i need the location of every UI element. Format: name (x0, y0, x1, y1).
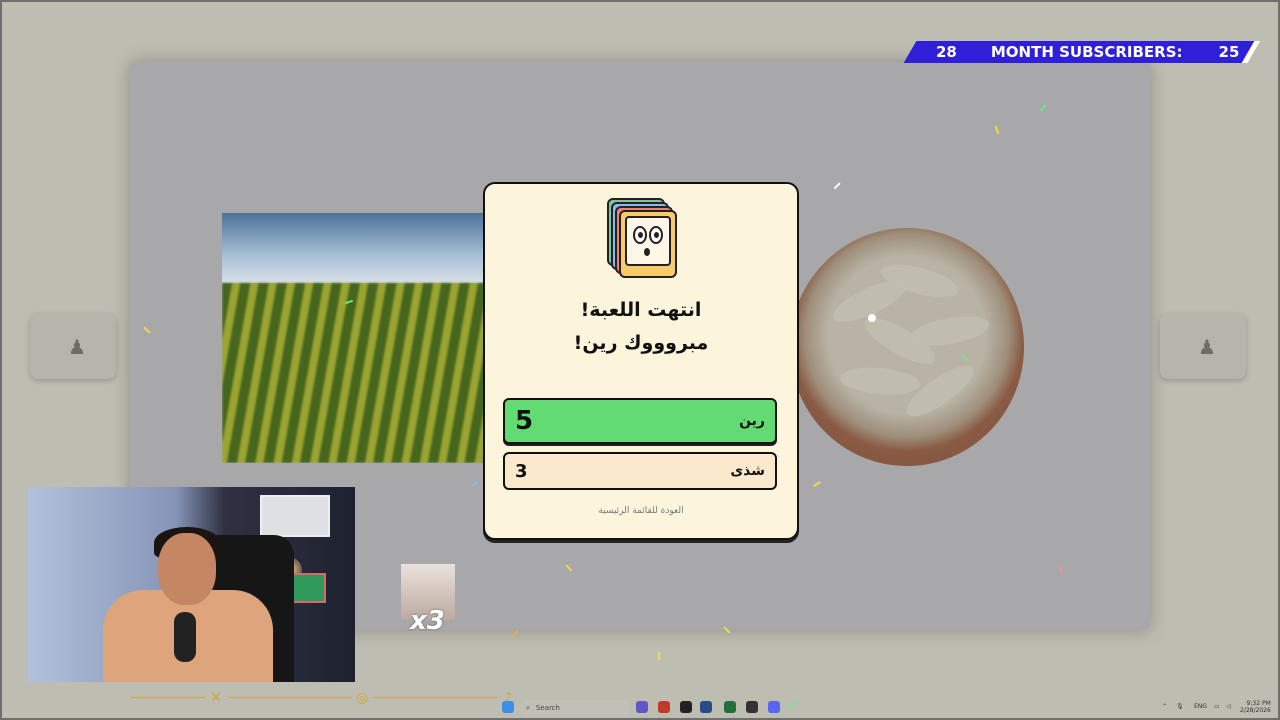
subscribers-label: MONTH SUBSCRIBERS: (990, 43, 1183, 61)
clock-date: 2/28/2026 (1240, 707, 1271, 714)
person-icon: ♟ (1198, 335, 1216, 359)
discord-icon[interactable] (768, 701, 780, 713)
sticker-multiplier: x3 (410, 606, 445, 636)
search-placeholder: Search (535, 704, 560, 712)
confetti (658, 652, 660, 660)
language-indicator[interactable]: ENG (1194, 703, 1207, 710)
subscribers-right-count: 25 (1218, 43, 1240, 61)
search-icon: ⌕ (526, 703, 530, 712)
microphone-icon (174, 612, 196, 662)
mic-tray-icon[interactable]: 🎙 (1176, 703, 1184, 710)
winner-score: 5 (515, 406, 534, 436)
score-row: 3 شذى (503, 452, 777, 490)
app-icon[interactable] (746, 701, 758, 713)
back-to-main-menu-link[interactable]: العودة للقائمة الرئيسية (485, 506, 797, 516)
bowl-image (790, 228, 1024, 466)
app-icon[interactable] (724, 701, 736, 713)
field-image (222, 213, 487, 463)
player-score: 3 (515, 460, 528, 482)
left-side-button[interactable]: ♟ (30, 313, 116, 379)
game-over-title: انتهت اللعبة! (580, 299, 702, 321)
confetti (1060, 566, 1062, 574)
game-logo-icon (607, 198, 677, 278)
steam-icon[interactable] (700, 701, 712, 713)
player-name: شذى (730, 463, 765, 479)
winner-name: رين (739, 413, 765, 429)
score-row-winner: 5 رين (503, 398, 777, 444)
person-icon: ♟ (68, 335, 86, 359)
tray-chevron-icon[interactable]: ⌃ (1162, 703, 1167, 710)
clock-time: 9:32 PM (1246, 700, 1271, 707)
volume-icon[interactable]: ◁ (1226, 703, 1231, 710)
congrats-message: مبروووك رين! (573, 332, 709, 354)
game-over-dialog: انتهت اللعبة! مبروووك رين! 5 رين 3 شذى ا… (483, 182, 799, 540)
confetti (868, 314, 876, 322)
webcam-feed (28, 487, 355, 682)
taskbar-search[interactable]: ⌕ Search (520, 700, 630, 716)
wifi-icon[interactable]: ▭ (1214, 703, 1220, 710)
obs-icon[interactable] (680, 701, 692, 713)
subscribers-left-count: 28 (936, 43, 957, 61)
subscribers-bar: 28 MONTH SUBSCRIBERS: 25 (920, 41, 1240, 63)
brave-icon[interactable] (658, 701, 670, 713)
taskbar-clock[interactable]: 9:32 PM 2/28/2026 (1240, 700, 1271, 714)
start-icon[interactable] (502, 701, 514, 713)
taskview-icon[interactable] (636, 701, 648, 713)
right-side-button[interactable]: ♟ (1160, 313, 1246, 379)
